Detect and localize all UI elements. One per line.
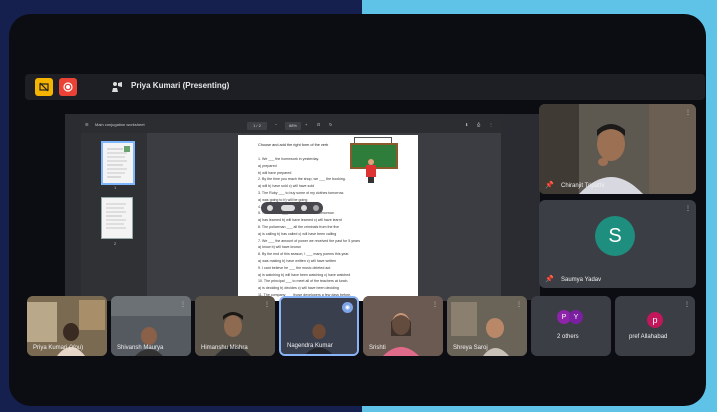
rotate-icon[interactable]: ↻ [329, 122, 332, 127]
participant-name: Chiranjit Tripathi [561, 183, 605, 189]
presentation-icon [109, 79, 125, 95]
participant-tile[interactable]: ⋮ Srishti [363, 296, 443, 356]
worksheet-line: 7. We ___ the amount of power we receive… [258, 238, 361, 243]
zoom-reset-button[interactable] [281, 205, 295, 211]
participant-name: Srishti [369, 345, 386, 351]
print-icon[interactable]: ⎙ [477, 122, 480, 127]
participant-tile[interactable]: S ⋮ 📌 Saumya Yadav [539, 200, 696, 288]
thumbnail-sidebar: 1 2 [81, 133, 147, 301]
mic-muted-icon: ⋮ [264, 302, 270, 308]
participant-name: Himanshu Mishra [201, 345, 248, 351]
mic-muted-icon: ⋮ [685, 206, 691, 212]
viewer-toolbar: ☰ Main conjugation worksheet 1 / 2 − 88%… [81, 119, 501, 133]
participant-name: pref Allahabad [629, 334, 668, 340]
menu-icon[interactable]: ☰ [85, 122, 89, 127]
fullscreen-button[interactable] [313, 205, 319, 211]
participant-name: Nagendra Kumar [287, 343, 333, 349]
zoom-in-icon[interactable]: + [305, 122, 307, 127]
worksheet-line: b) will have prepared [258, 170, 292, 175]
participant-tile[interactable]: ⋮ Shreya Saroj [447, 296, 527, 356]
avatar: p [647, 312, 663, 328]
download-icon[interactable]: ⬇ [465, 122, 468, 127]
pin-icon[interactable]: 📌 [545, 181, 554, 189]
participant-name: Shivansh Maurya [117, 345, 164, 351]
worksheet-line: 6. The policeman ___ all the criminals f… [258, 225, 340, 229]
avatar: S [595, 216, 635, 256]
worksheet-line: a) is deciding b) decides c) will have b… [258, 286, 339, 291]
more-options-icon[interactable]: ⋮ [489, 122, 493, 127]
teacher-illustration [340, 137, 400, 185]
video-feed [539, 104, 696, 194]
file-name: Main conjugation worksheet [95, 122, 145, 127]
worksheet-line: a) is calling b) has called c) will have… [258, 231, 337, 236]
worksheet-line: a) know b) will have known [258, 245, 301, 250]
record-icon[interactable] [59, 78, 77, 96]
mic-muted-icon: ⋮ [685, 110, 691, 116]
pin-icon[interactable]: 📌 [545, 275, 554, 283]
worksheet-line: a) has learned b) will have learned c) w… [258, 218, 342, 223]
participant-tile-speaking[interactable]: ◉ Nagendra Kumar [279, 296, 359, 356]
thumbnail-page-number: 2 [114, 241, 117, 246]
mic-muted-icon: ⋮ [432, 302, 438, 308]
worksheet-line: a) will b) have sold c) will have sold [258, 184, 315, 189]
participant-name: Shreya Saroj [453, 345, 488, 351]
presentation-bar: Priya Kumari (Presenting) [25, 74, 705, 100]
worksheet-line: 3. The Ruby ___ to buy some of my clothe… [258, 191, 345, 195]
teacher-figure [366, 159, 376, 183]
participant-tile[interactable]: ⋮ Shivansh Maurya [111, 296, 191, 356]
mic-muted-icon: ⋮ [516, 302, 522, 308]
fit-page-icon[interactable]: ⊡ [317, 122, 320, 127]
participant-name: Saumya Yadav [561, 277, 602, 283]
zoom-level[interactable]: 88% [285, 122, 301, 130]
speaking-indicator-icon: ◉ [342, 302, 353, 313]
participant-name: 2 others [557, 334, 579, 340]
worksheet-line: 10. The principal ___ to meet all of the… [258, 279, 349, 284]
floating-zoom-controls[interactable] [261, 202, 323, 214]
worksheet-instruction: Choose and add the right form of the ver… [258, 143, 329, 147]
participant-tile[interactable]: p ⋮ pref Allahabad [615, 296, 695, 356]
zoom-out-button[interactable] [267, 205, 273, 211]
mic-muted-icon: ⋮ [180, 302, 186, 308]
document-page: Choose and add the right form of the ver… [238, 135, 418, 301]
avatar: Y [569, 310, 583, 324]
worksheet-line: a) prepared [258, 163, 277, 168]
worksheet-line: 8. By the end of this season, I ___ many… [258, 252, 350, 257]
document-viewer: ☰ Main conjugation worksheet 1 / 2 − 88%… [81, 119, 501, 301]
page-thumbnail[interactable] [101, 141, 135, 185]
participant-tile[interactable]: Priya Kumari (You) [27, 296, 107, 356]
no-screen-icon[interactable] [35, 78, 53, 96]
meeting-window: Priya Kumari (Presenting) ☰ Main conjuga… [9, 14, 706, 406]
worksheet-line: 1. We ___ the homework in yesterday. [258, 157, 319, 161]
worksheet-line: 9. I cant believe he ___ the music delet… [258, 265, 332, 270]
participant-tile[interactable]: ⋮ Himanshu Mishra [195, 296, 275, 356]
mic-muted-icon: ⋮ [684, 302, 690, 308]
page-thumbnail[interactable] [101, 197, 133, 239]
worksheet-line: a) is watching b) will have been watchin… [258, 272, 351, 277]
zoom-out-icon[interactable]: − [275, 122, 277, 127]
participant-tile-others[interactable]: P Y 2 others [531, 296, 611, 356]
worksheet-line: a) was making b) have written c) will ha… [258, 259, 337, 263]
worksheet-line: 2. By the time you reach the shop, we __… [258, 177, 346, 182]
presenter-label: Priya Kumari (Presenting) [131, 81, 230, 90]
thumbnail-page-number: 1 [114, 185, 117, 190]
participant-name: Priya Kumari (You) [33, 345, 84, 351]
page-indicator[interactable]: 1 / 2 [247, 122, 267, 130]
zoom-in-button[interactable] [301, 205, 307, 211]
participant-tile[interactable]: ⋮ 📌 Chiranjit Tripathi [539, 104, 696, 194]
